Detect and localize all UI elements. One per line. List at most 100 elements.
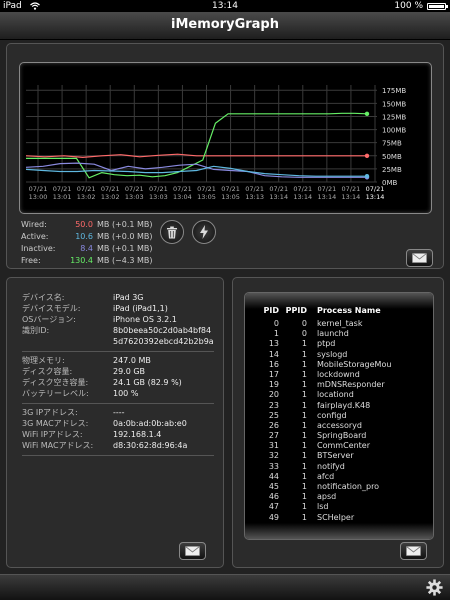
x-tick-date: 07/21 — [53, 185, 72, 193]
process-row[interactable]: 13 1 ptpd — [245, 339, 433, 349]
mail-icon — [185, 546, 200, 556]
x-tick-time: 13:01 — [53, 193, 72, 201]
process-ppid: 1 — [301, 380, 307, 390]
process-row[interactable]: 19 1 mDNSResponder — [245, 380, 433, 390]
x-tick-time: 13:05 — [221, 193, 240, 201]
x-tick-time: 13:02 — [77, 193, 96, 201]
device-info-panel: デバイス名: iPad 3G デバイスモデル: iPad (iPad1,1) OSバ… — [6, 277, 224, 568]
process-row[interactable]: 0 0 kernel_task — [245, 319, 433, 329]
flush-memory-button[interactable] — [192, 220, 216, 244]
memory-graph: 0MB 25MB 50MB 75MB 100MB 125MB 150MB 175MB 07/21… — [19, 62, 432, 214]
x-tick-date: 07/21 — [221, 185, 240, 193]
process-mail-button[interactable] — [400, 542, 427, 560]
device-model-label: デバイスモデル: — [22, 304, 81, 313]
memory-row-free: Free: 130.4 MB (−4.3 MB) — [21, 255, 161, 267]
bottom-toolbar — [0, 574, 450, 600]
process-ppid: 1 — [301, 390, 307, 400]
process-row[interactable]: 33 1 notifyd — [245, 461, 433, 472]
process-ppid: 1 — [301, 349, 307, 359]
process-ppid: 1 — [301, 502, 307, 512]
gear-icon[interactable] — [426, 579, 443, 596]
info-row-disk-free: ディスク空き容量: 24.1 GB (82.9 %) — [22, 377, 217, 388]
process-row[interactable]: 46 1 apsd — [245, 492, 433, 502]
process-row[interactable]: 27 1 SpringBoard — [245, 431, 433, 441]
lightning-icon — [200, 225, 208, 239]
x-tick-time: 13:00 — [29, 193, 48, 201]
process-table[interactable]: PID PPID Process Name 0 0 kernel_task 1 0 lau… — [244, 292, 434, 540]
process-pid: 20 — [268, 390, 279, 400]
process-name: fairplayd.K48 — [317, 400, 371, 410]
x-tick-time: 13:04 — [173, 193, 192, 201]
process-row[interactable]: 26 1 accessoryd — [245, 420, 433, 431]
process-name: SCHelper — [317, 512, 355, 522]
graph-mail-button[interactable] — [406, 249, 433, 267]
process-name: launchd — [317, 329, 349, 339]
ip-3g-label: 3G IPアドレス: — [22, 408, 78, 417]
process-name: MobileStorageMou — [317, 359, 392, 369]
wifi-ip-value: 192.168.1.4 — [113, 430, 162, 439]
divider — [22, 455, 214, 456]
wifi-mac-label: WiFi MACアドレス: — [22, 441, 94, 450]
process-row[interactable]: 23 1 fairplayd.K48 — [245, 400, 433, 411]
pid-header: PID — [263, 306, 279, 315]
process-row[interactable]: 44 1 afcd — [245, 472, 433, 482]
memory-row-wired: Wired: 50.0 MB (+0.1 MB) — [21, 219, 161, 231]
free-unit: MB — [97, 256, 110, 265]
device-name-value: iPad 3G — [113, 293, 144, 302]
process-ppid: 1 — [301, 482, 307, 491]
y-tick-label: 125MB — [382, 113, 406, 121]
x-tick-time: 13:05 — [197, 193, 216, 201]
process-ppid: 1 — [301, 492, 307, 502]
process-pid: 19 — [268, 380, 279, 390]
process-pid: 47 — [268, 502, 279, 512]
process-row[interactable]: 14 1 syslogd — [245, 349, 433, 360]
wired-delta: (+0.1 MB) — [111, 220, 153, 229]
process-pid: 23 — [268, 400, 279, 410]
x-tick-date: 07/21 — [269, 185, 288, 193]
x-tick-time: 13:14 — [269, 193, 288, 201]
process-pid: 46 — [268, 492, 279, 502]
os-version-value: iPhone OS 3.2.1 — [113, 315, 177, 324]
process-row[interactable]: 32 1 BTServer — [245, 451, 433, 461]
process-row[interactable]: 49 1 SCHelper — [245, 512, 433, 523]
process-table-header: PID PPID Process Name — [245, 306, 433, 319]
free-label: Free: — [21, 256, 41, 265]
info-row-device-name: デバイス名: iPad 3G — [22, 292, 217, 303]
inactive-delta: (+0.1 MB) — [111, 244, 153, 253]
info-row-wifi-ip: WiFi IPアドレス: 192.168.1.4 — [22, 429, 217, 440]
disk-free-value: 24.1 GB (82.9 %) — [113, 378, 182, 387]
process-name: ptpd — [317, 339, 336, 349]
identifier-label: 識別ID: — [22, 326, 50, 335]
y-tick-label: 50MB — [382, 153, 402, 161]
mail-icon — [406, 546, 421, 556]
process-row[interactable]: 31 1 CommCenter — [245, 441, 433, 451]
ppid-header: PPID — [285, 306, 307, 315]
y-tick-label: 75MB — [382, 140, 402, 148]
process-pid: 16 — [268, 359, 279, 369]
process-row[interactable]: 17 1 lockdownd — [245, 369, 433, 380]
process-ppid: 1 — [301, 420, 307, 430]
process-row[interactable]: 20 1 locationd — [245, 390, 433, 400]
disk-capacity-value: 29.0 GB — [113, 367, 146, 376]
x-tick-date: 07/21 — [245, 185, 264, 193]
process-row[interactable]: 25 1 configd — [245, 411, 433, 421]
process-pid: 26 — [268, 420, 279, 430]
process-ppid: 1 — [301, 369, 307, 379]
process-pid: 0 — [273, 319, 279, 328]
wired-label: Wired: — [21, 220, 47, 229]
process-row[interactable]: 47 1 lsd — [245, 502, 433, 512]
device-name-label: デバイス名: — [22, 293, 65, 302]
process-name: BTServer — [317, 451, 354, 461]
free-value: 130.4 — [70, 256, 93, 265]
process-pid: 33 — [268, 461, 279, 471]
device-info-mail-button[interactable] — [179, 542, 206, 560]
process-pid: 14 — [268, 349, 279, 359]
process-row[interactable]: 1 0 launchd — [245, 329, 433, 339]
process-ppid: 1 — [301, 512, 307, 522]
process-row[interactable]: 16 1 MobileStorageMou — [245, 359, 433, 370]
trash-button[interactable] — [160, 220, 184, 244]
process-name: lockdownd — [317, 369, 360, 379]
process-row[interactable]: 45 1 notification_pro — [245, 482, 433, 492]
process-rows: 0 0 kernel_task 1 0 launchd 13 1 ptpd 14 1 syslogd 1… — [245, 319, 433, 523]
process-name: notifyd — [317, 461, 345, 471]
